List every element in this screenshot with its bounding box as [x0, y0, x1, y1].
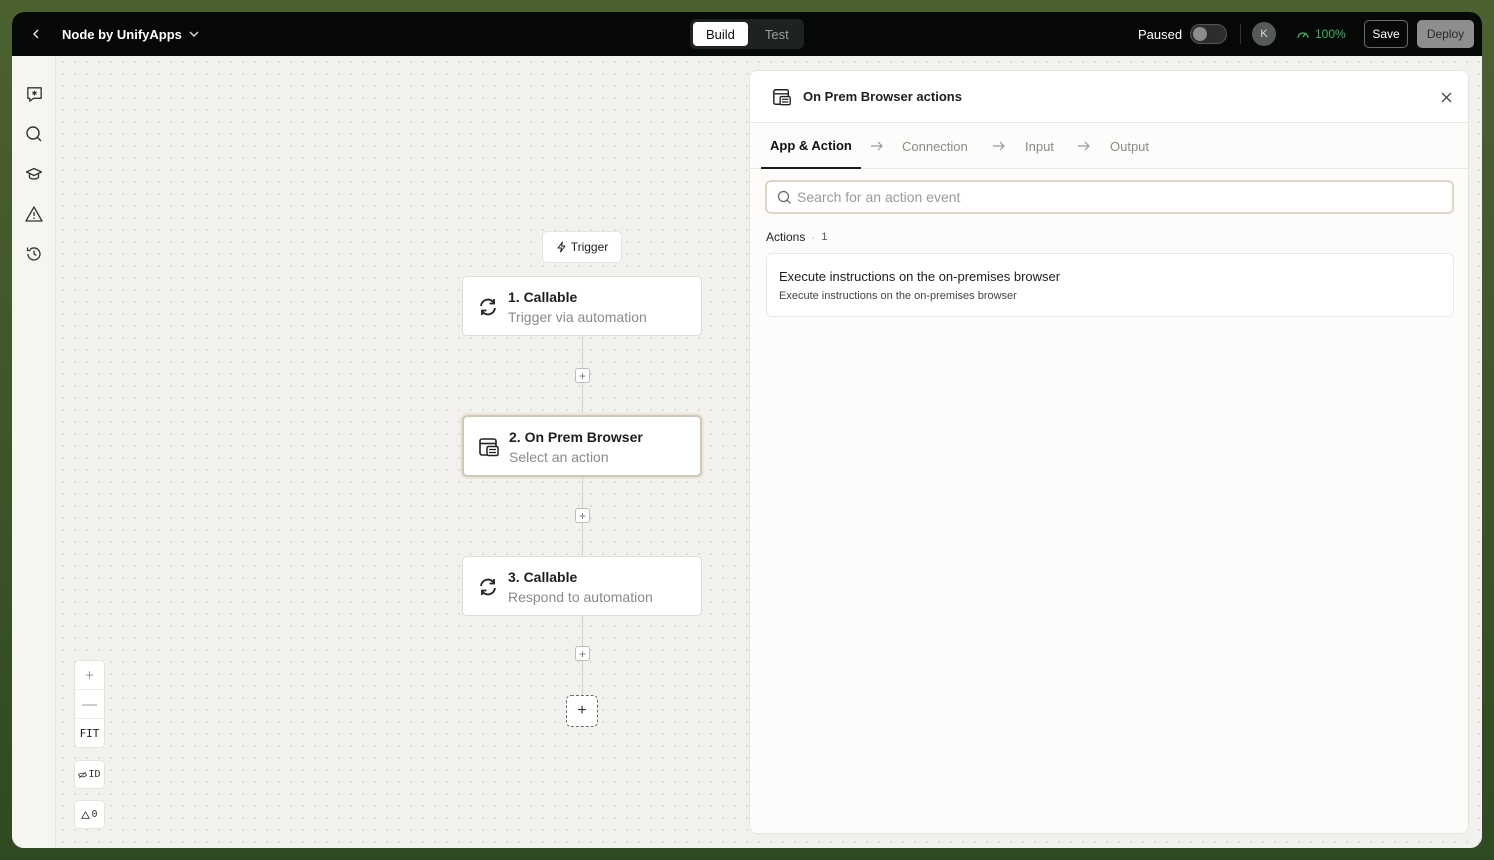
mode-switch: Build Test [690, 19, 804, 49]
actions-count: 1 [821, 231, 828, 243]
toggle-knob [1193, 27, 1207, 41]
tab-app-action[interactable]: App & Action [761, 123, 861, 169]
id-toggle-button[interactable]: ID [74, 760, 105, 789]
zoom-controls: + — FIT [74, 660, 105, 748]
action-description: Execute instructions on the on-premises … [779, 290, 1017, 302]
add-step-button[interactable]: + [575, 508, 590, 523]
warnings-count-button[interactable]: 0 [74, 800, 105, 829]
divider [1240, 24, 1241, 44]
warnings-button[interactable] [24, 204, 44, 224]
save-button[interactable]: Save [1364, 20, 1408, 48]
chevron-down-icon [189, 31, 199, 37]
add-step-button[interactable]: + [575, 646, 590, 661]
node-subtitle: Select an action [509, 449, 609, 465]
zoom-fit-button[interactable]: FIT [75, 719, 104, 748]
node-title: 3. Callable [508, 569, 578, 585]
warning-icon [25, 206, 43, 222]
action-panel: On Prem Browser actions App & Action Con… [749, 70, 1469, 834]
action-search-input[interactable] [797, 186, 1437, 208]
learn-button[interactable] [24, 164, 44, 184]
workflow-node-2[interactable]: 2. On Prem Browser Select an action [462, 415, 702, 477]
app-title-dropdown[interactable]: Node by UnifyApps [62, 12, 200, 56]
app-window: Node by UnifyApps Build Test Paused K 10… [12, 12, 1482, 848]
health-percent: 100% [1315, 27, 1346, 41]
eye-off-icon [78, 771, 88, 778]
search-button[interactable] [24, 124, 44, 144]
history-icon [26, 247, 41, 261]
close-icon [1441, 92, 1451, 102]
history-button[interactable] [24, 244, 44, 264]
action-item[interactable]: Execute instructions on the on-premises … [766, 253, 1454, 317]
panel-tabs: App & Action Connection Input Output [750, 123, 1468, 169]
avatar[interactable]: K [1252, 22, 1276, 46]
mode-build-button[interactable]: Build [693, 22, 748, 46]
separator-dot: · [811, 230, 816, 244]
node-subtitle: Trigger via automation [508, 309, 647, 325]
search-icon [777, 190, 791, 204]
left-rail [12, 56, 56, 848]
gauge-icon [1297, 32, 1309, 39]
warning-icon [81, 810, 91, 819]
top-bar: Node by UnifyApps Build Test Paused K 10… [12, 12, 1482, 56]
browser-icon [772, 87, 792, 107]
tab-output[interactable]: Output [1110, 123, 1149, 169]
actions-heading: Actions · 1 [766, 230, 827, 244]
trigger-label: Trigger [570, 240, 609, 254]
node-title: 1. Callable [508, 289, 578, 305]
browser-icon [478, 436, 500, 458]
action-search [765, 180, 1454, 214]
add-step-button[interactable]: + [575, 368, 590, 383]
sync-icon [477, 296, 499, 318]
workflow-node-1[interactable]: 1. Callable Trigger via automation [462, 276, 702, 336]
warnings-count: 0 [91, 809, 98, 820]
node-title: 2. On Prem Browser [509, 429, 643, 445]
status-label: Paused [1138, 26, 1183, 42]
add-node-button[interactable]: + [566, 695, 598, 727]
panel-header: On Prem Browser actions [750, 71, 1468, 123]
tab-input[interactable]: Input [1025, 123, 1054, 169]
ai-assistant-icon [26, 86, 42, 102]
panel-title: On Prem Browser actions [803, 89, 962, 104]
app-title: Node by UnifyApps [62, 26, 182, 42]
mode-test-button[interactable]: Test [752, 22, 802, 46]
lightning-icon [557, 241, 566, 253]
pause-toggle[interactable] [1190, 24, 1227, 44]
actions-heading-label: Actions [766, 230, 806, 244]
deploy-button[interactable]: Deploy [1417, 20, 1474, 48]
arrow-right-icon [1078, 141, 1090, 151]
learn-icon [25, 167, 43, 180]
zoom-in-button[interactable]: + [75, 661, 104, 690]
trigger-chip[interactable]: Trigger [542, 231, 622, 263]
chevron-left-icon [32, 29, 39, 39]
arrow-right-icon [871, 141, 883, 151]
health-indicator[interactable]: 100% [1296, 12, 1346, 56]
workflow-node-3[interactable]: 3. Callable Respond to automation [462, 556, 702, 616]
ai-assistant-button[interactable] [24, 84, 44, 104]
sync-icon [477, 576, 499, 598]
close-panel-button[interactable] [1438, 89, 1454, 105]
back-button[interactable] [26, 24, 46, 44]
search-icon [26, 126, 42, 142]
node-subtitle: Respond to automation [508, 589, 653, 605]
zoom-out-button[interactable]: — [75, 690, 104, 719]
arrow-right-icon [993, 141, 1005, 151]
id-toggle-label: ID [88, 769, 101, 780]
action-title: Execute instructions on the on-premises … [779, 269, 1061, 284]
tab-connection[interactable]: Connection [902, 123, 968, 169]
